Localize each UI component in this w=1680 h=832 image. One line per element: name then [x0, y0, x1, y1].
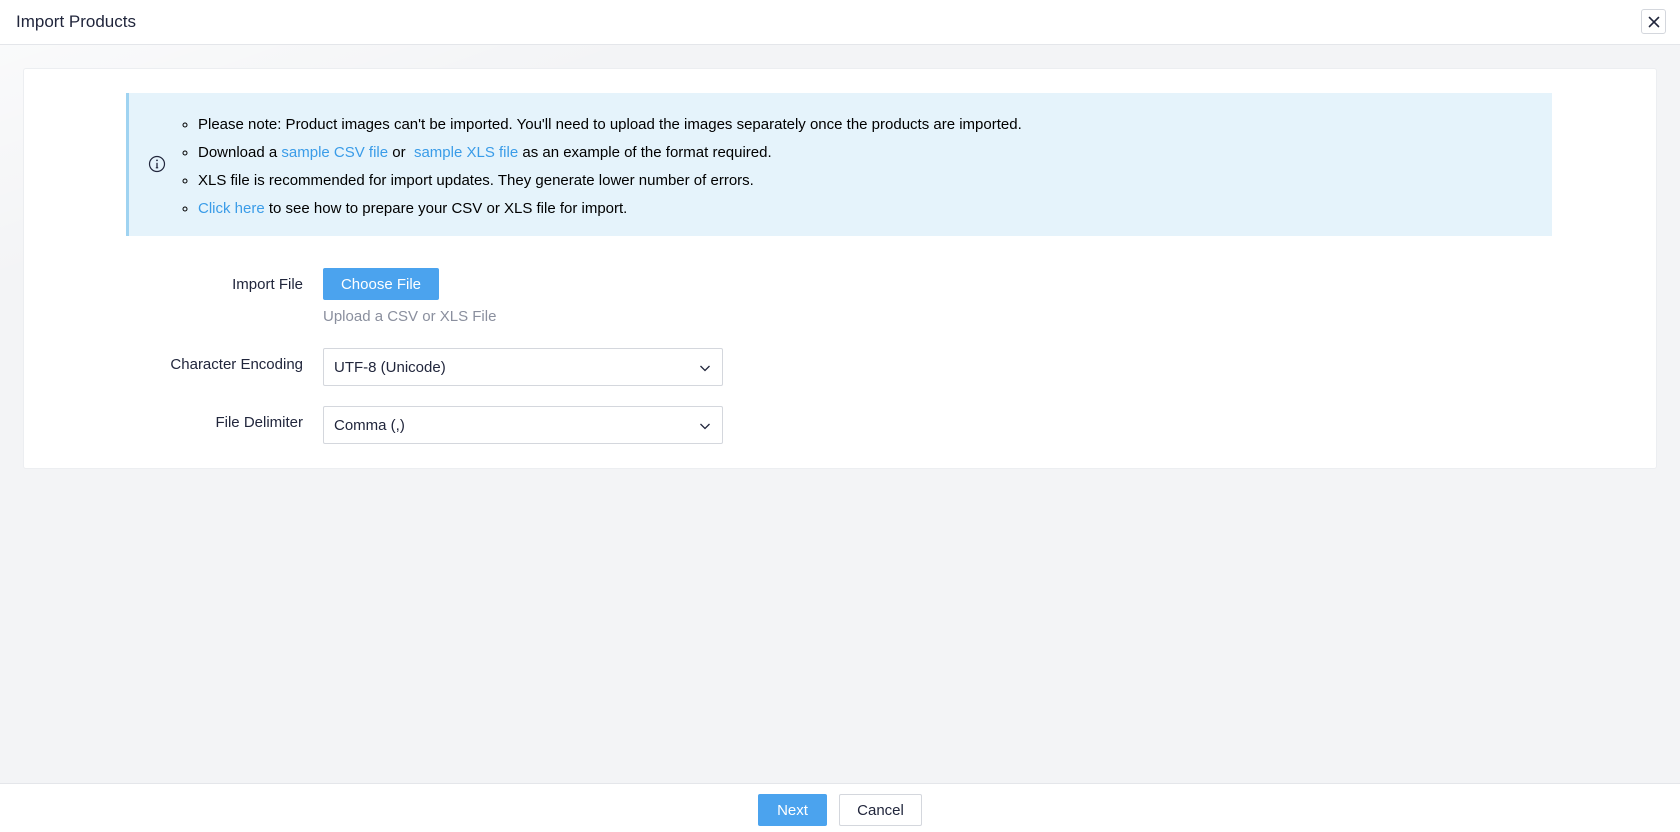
- import-file-row: Import File Choose File Upload a CSV or …: [24, 268, 1656, 328]
- dialog-header: Import Products: [0, 0, 1680, 45]
- character-encoding-value: UTF-8 (Unicode): [334, 359, 446, 376]
- dialog-footer: Next Cancel: [0, 783, 1680, 832]
- import-form-card: Please note: Product images can't be imp…: [24, 69, 1656, 468]
- character-encoding-label: Character Encoding: [170, 356, 303, 373]
- close-icon: [1648, 16, 1659, 27]
- file-delimiter-select[interactable]: Comma (,): [323, 406, 723, 444]
- sample-csv-link[interactable]: sample CSV file: [281, 144, 388, 161]
- sample-xls-link[interactable]: sample XLS file: [414, 144, 518, 161]
- cancel-button[interactable]: Cancel: [839, 794, 922, 826]
- notice-item: Click here to see how to prepare your CS…: [198, 195, 1022, 223]
- notice-list: Please note: Product images can't be imp…: [180, 111, 1022, 223]
- notice-item: XLS file is recommended for import updat…: [198, 167, 1022, 195]
- notice-item: Download a sample CSV file or sample XLS…: [198, 139, 1022, 167]
- file-delimiter-value: Comma (,): [334, 417, 405, 434]
- info-icon: [148, 155, 166, 173]
- click-here-link[interactable]: Click here: [198, 200, 265, 217]
- choose-file-button[interactable]: Choose File: [323, 268, 439, 300]
- chevron-down-icon: [700, 365, 710, 372]
- file-delimiter-label: File Delimiter: [215, 414, 303, 431]
- file-delimiter-row: File Delimiter Comma (,): [24, 406, 1656, 444]
- info-notice: Please note: Product images can't be imp…: [126, 93, 1552, 236]
- chevron-down-icon: [700, 423, 710, 430]
- import-file-help: Upload a CSV or XLS File: [323, 308, 497, 325]
- character-encoding-select[interactable]: UTF-8 (Unicode): [323, 348, 723, 386]
- dialog-title: Import Products: [16, 12, 136, 31]
- import-file-label: Import File: [232, 276, 303, 293]
- character-encoding-row: Character Encoding UTF-8 (Unicode): [24, 348, 1656, 386]
- next-button[interactable]: Next: [758, 794, 827, 826]
- close-button[interactable]: [1641, 9, 1666, 34]
- dialog-body: Please note: Product images can't be imp…: [0, 45, 1680, 783]
- notice-item: Please note: Product images can't be imp…: [198, 111, 1022, 139]
